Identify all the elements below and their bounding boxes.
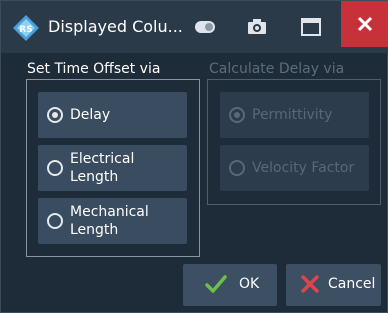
window-title: Displayed Colu... — [48, 17, 183, 36]
close-icon — [357, 16, 373, 32]
set-time-offset-title: Set Time Offset via — [27, 61, 161, 77]
ok-button[interactable]: OK — [183, 264, 277, 306]
maximize-icon[interactable] — [298, 15, 324, 39]
radio-electrical-length-label: Electrical Length — [70, 151, 135, 185]
close-button[interactable] — [341, 1, 388, 47]
radio-delay-label: Delay — [70, 107, 111, 123]
radio-velocity-factor-indicator — [229, 160, 245, 176]
radio-mechanical-length-indicator — [47, 213, 63, 229]
radio-velocity-factor-label: Velocity Factor — [252, 160, 355, 176]
dialog-window: RS Displayed Colu... Set Time Offset via… — [0, 0, 388, 313]
calculate-delay-title: Calculate Delay via — [209, 61, 345, 77]
radio-velocity-factor: Velocity Factor — [220, 145, 369, 191]
radio-delay[interactable]: Delay — [38, 92, 187, 138]
radio-electrical-length[interactable]: Electrical Length — [38, 145, 187, 191]
radio-permittivity-label: Permittivity — [252, 107, 333, 123]
toggle-icon[interactable] — [193, 15, 219, 39]
radio-permittivity-indicator — [229, 107, 245, 123]
radio-mechanical-length[interactable]: Mechanical Length — [38, 198, 187, 244]
rohde-schwarz-logo-icon: RS — [13, 15, 39, 41]
cancel-button[interactable]: Cancel — [286, 264, 381, 306]
cancel-button-label: Cancel — [328, 276, 376, 292]
radio-mechanical-length-label: Mechanical Length — [70, 204, 149, 238]
ok-button-label: OK — [239, 276, 260, 292]
camera-icon[interactable] — [244, 15, 270, 39]
radio-electrical-length-indicator — [47, 160, 63, 176]
radio-delay-indicator — [47, 107, 63, 123]
checkmark-icon — [205, 275, 227, 293]
x-icon — [301, 275, 319, 293]
radio-permittivity: Permittivity — [220, 92, 369, 138]
svg-text:RS: RS — [19, 25, 32, 35]
title-bar: RS Displayed Colu... — [1, 1, 388, 53]
